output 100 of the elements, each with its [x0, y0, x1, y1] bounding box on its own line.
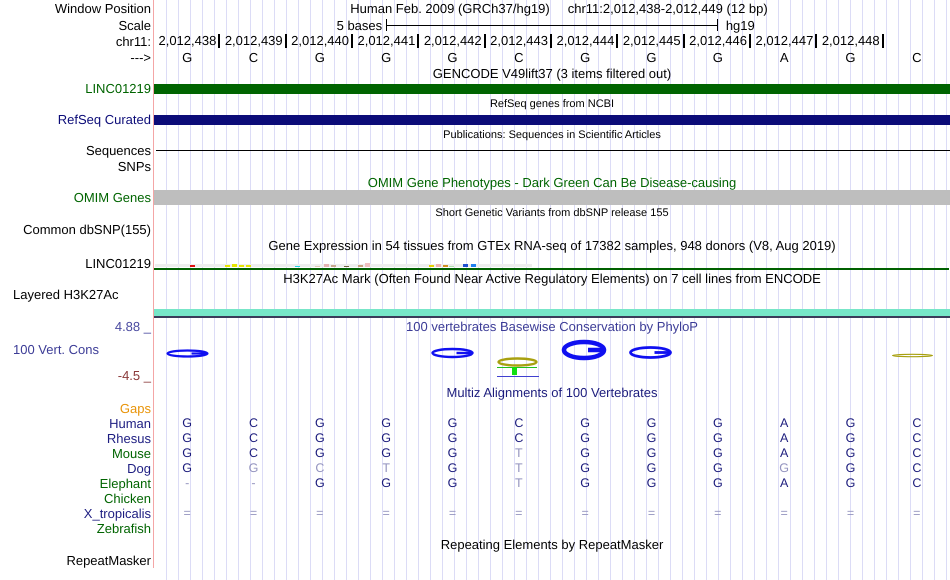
aligned-base: C [911, 431, 922, 446]
aligned-base: G [446, 461, 458, 476]
aligned-base: G [778, 461, 790, 476]
track-label: Sequences [86, 143, 151, 158]
aligned-base: = [182, 506, 192, 521]
axis-max-label: 4.88 _ [114, 318, 151, 334]
aligned-base: G [446, 446, 458, 461]
aligned-base: G [579, 431, 592, 446]
track-label: 100 Vert. Cons [12, 342, 100, 357]
aligned-base: G [446, 431, 458, 446]
aligned-base: G [181, 446, 194, 461]
aligned-base: G [380, 476, 392, 491]
aligned-base: A [778, 476, 790, 491]
base-letter: C [513, 50, 525, 64]
aligned-base: G [646, 416, 658, 431]
base-letter: G [181, 50, 194, 64]
aligned-base: G [380, 431, 392, 446]
aligned-base: C [248, 446, 259, 461]
assembly-label: hg19 [724, 18, 756, 32]
track-label: SNPs [118, 158, 151, 174]
chromosome-label: chr11: [116, 34, 151, 48]
aligned-base: C [513, 416, 524, 431]
base-letter: C [248, 50, 260, 64]
coordinate-label: 2,012,440 [291, 34, 353, 48]
aligned-base: G [380, 416, 392, 431]
aligned-base: G [712, 461, 724, 476]
aligned-base: G [446, 476, 458, 491]
aligned-base: T [514, 446, 524, 461]
aligned-base: G [181, 416, 194, 431]
track-label: Gaps [120, 400, 151, 416]
aligned-base: G [712, 476, 724, 491]
aligned-base: A [778, 416, 790, 431]
track-label: LINC01219 [85, 81, 151, 96]
track-title: Multiz Alignments of 100 Vertebrates [445, 384, 658, 400]
assembly-title: Human Feb. 2009 (GRCh37/hg19) [350, 1, 550, 16]
aligned-base: C [911, 416, 922, 431]
aligned-base: G [579, 461, 592, 476]
aligned-base: G [579, 476, 592, 491]
aligned-base: G [712, 431, 724, 446]
scale-bar-label: 5 bases [336, 18, 384, 32]
track-label: RefSeq Curated [58, 112, 151, 127]
aligned-base: G [646, 446, 658, 461]
aligned-base: G [712, 446, 724, 461]
coordinate-label: 2,012,445 [622, 34, 685, 48]
track-title: Short Genetic Variants from dbSNP release 155 [434, 206, 670, 220]
aligned-base: - [184, 476, 190, 491]
aligned-base: C [911, 461, 922, 476]
track-title: GENCODE V49lift37 (3 items filtered out) [432, 66, 672, 80]
aligned-base: G [646, 461, 658, 476]
base-letter: G [380, 50, 392, 64]
coordinate-label: 2,012,444 [556, 34, 618, 48]
aligned-base: A [778, 446, 790, 461]
base-letter: G [844, 50, 857, 64]
track-label: OMIM Genes [74, 190, 151, 205]
coordinate-label: 2,012,441 [357, 34, 420, 48]
axis-min-label: -4.5 _ [118, 368, 151, 383]
base-letter: G [579, 50, 592, 64]
base-letter: G [712, 50, 724, 64]
aligned-base: C [911, 476, 922, 491]
coordinate-label: 2,012,438 [158, 34, 220, 48]
track-label: RepeatMasker [66, 552, 151, 568]
window-position-label: Window Position [54, 1, 151, 16]
base-letter: G [446, 50, 459, 64]
aligned-base: G [446, 416, 458, 431]
coordinate-label: 2,012,446 [689, 34, 751, 48]
base-letter: G [314, 50, 326, 64]
track-title: Publications: Sequences in Scientific Articles [442, 128, 662, 142]
aligned-base: T [514, 461, 524, 476]
aligned-base: G [844, 446, 856, 461]
species-label: Chicken [104, 491, 151, 506]
aligned-base: G [579, 416, 592, 431]
aligned-base: G [181, 431, 194, 446]
position-text: chr11:2,012,438-2,012,449 (12 bp) [568, 1, 768, 16]
base-letter: C [911, 50, 923, 64]
aligned-base: T [514, 476, 524, 491]
species-label: Elephant [100, 476, 151, 491]
aligned-base: = [780, 506, 789, 521]
aligned-base: T [381, 461, 391, 476]
track-title: Repeating Elements by RepeatMasker [440, 536, 664, 552]
aligned-base: = [846, 506, 856, 521]
track-title: Gene Expression in 54 tissues from GTEx RNA-seq of 17382 samples, 948 donors (V8, Aug 2019) [267, 238, 837, 252]
aligned-base: = [580, 506, 590, 521]
coordinate-label: 2,012,443 [490, 34, 552, 48]
species-label: Rhesus [106, 431, 151, 446]
aligned-base: G [314, 416, 326, 431]
aligned-base: G [712, 416, 724, 431]
aligned-base: = [646, 506, 656, 521]
species-label: X_tropicalis [84, 506, 151, 521]
coordinate-label: 2,012,448 [822, 34, 884, 48]
aligned-base: G [314, 476, 326, 491]
aligned-base: = [248, 506, 258, 521]
aligned-base: = [315, 506, 324, 521]
aligned-base: G [844, 476, 856, 491]
aligned-base: G [181, 461, 194, 476]
species-label: Zebrafish [96, 521, 151, 536]
track-title: RefSeq genes from NCBI [488, 96, 616, 112]
track-title: 100 vertebrates Basewise Conservation by PhyloP [405, 318, 699, 334]
base-letter: A [778, 50, 790, 64]
aligned-base: C [248, 416, 259, 431]
base-letter: G [645, 50, 658, 64]
